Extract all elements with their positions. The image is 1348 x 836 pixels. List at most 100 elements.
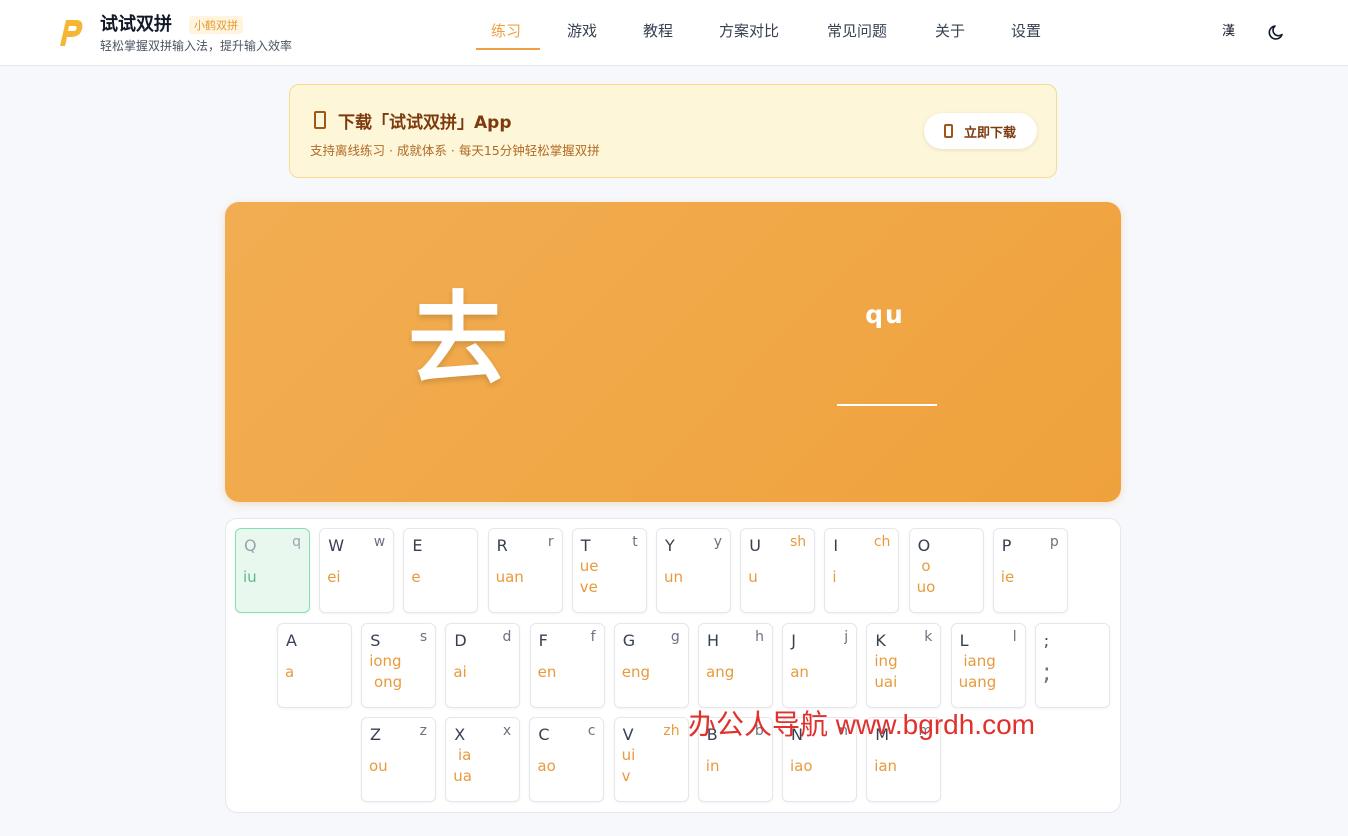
key-finals: ei [327, 567, 340, 588]
key-initial: w [373, 534, 386, 550]
key-final: ei [327, 568, 341, 586]
key-letter: E [412, 536, 423, 555]
nav-games[interactable]: 游戏 [567, 20, 597, 41]
key-initial: f [590, 629, 596, 645]
key-semicolon[interactable]: ;; [1034, 623, 1110, 708]
key-finals: ; [1043, 660, 1051, 684]
key-finals: uan [496, 567, 524, 588]
key-u[interactable]: Ush u [740, 528, 816, 613]
key-final: ve [579, 578, 598, 596]
key-finals: ui v [622, 745, 636, 787]
key-letter: Q [244, 536, 257, 555]
answer-input-line[interactable] [837, 404, 937, 406]
key-r[interactable]: Rr uan [487, 528, 563, 613]
pinyin-hint: qu [865, 300, 905, 329]
nav-tutorial[interactable]: 教程 [643, 20, 673, 41]
key-initial: ch [873, 534, 891, 550]
key-initial: g [670, 629, 680, 645]
key-i[interactable]: Ich i [824, 528, 900, 613]
shuangpin-keyboard: Qq iu Ww ei Ee Rr uan Tt ue ve Yy un Ush u Ich i O o uo Pp… [225, 518, 1121, 813]
key-p[interactable]: Pp ie [992, 528, 1068, 613]
language-toggle[interactable]: 漢 [1222, 20, 1235, 39]
key-e[interactable]: Ee [403, 528, 479, 613]
key-initial: t [632, 534, 638, 550]
key-finals: ou [369, 756, 388, 777]
nav-practice[interactable]: 练习 [491, 20, 521, 41]
key-letter: W [328, 536, 345, 555]
key-initial: j [844, 629, 849, 645]
key-v[interactable]: Vzh ui v [613, 717, 689, 802]
key-s[interactable]: Ss iong ong [361, 623, 437, 708]
key-h[interactable]: Hh ang [698, 623, 773, 708]
watermark: 办公人导航 www.bgrdh.com [688, 709, 1035, 740]
key-final: ing [874, 652, 898, 670]
key-final: iang [958, 652, 996, 670]
key-final: ao [537, 757, 556, 775]
key-letter: D [454, 631, 467, 650]
key-c[interactable]: Cc ao [529, 717, 605, 802]
key-initial: l [1012, 629, 1017, 645]
key-finals: o uo [917, 556, 936, 598]
key-w[interactable]: Ww ei [319, 528, 395, 613]
key-z[interactable]: Zz ou [361, 717, 436, 802]
practice-card: 去 qu [225, 202, 1121, 502]
key-final: uang [958, 673, 997, 691]
key-final: ou [369, 757, 388, 775]
key-letter: T [580, 536, 591, 555]
key-final: e [411, 568, 421, 586]
moon-icon[interactable] [1268, 23, 1286, 41]
key-g[interactable]: Gg eng [613, 623, 689, 708]
key-final: ui [621, 746, 636, 764]
key-initial: p [1049, 534, 1059, 550]
key-final: iao [790, 757, 813, 775]
key-letter: K [875, 631, 886, 650]
key-letter: H [707, 631, 720, 650]
app-subtitle: 轻松掌握双拼输入法，提升输入效率 [100, 39, 293, 53]
key-o[interactable]: O o uo [908, 528, 984, 613]
key-finals: ao [537, 756, 555, 777]
nav-settings[interactable]: 设置 [1011, 20, 1041, 41]
download-button[interactable]: 立即下载 [924, 113, 1037, 149]
scheme-badge: 小鹤双拼 [189, 16, 243, 34]
key-initial: zh [663, 723, 680, 739]
key-finals: iong ong [369, 651, 402, 693]
key-finals: iao [790, 756, 813, 777]
key-finals: eng [622, 662, 650, 683]
key-final: u [748, 568, 758, 586]
logo-icon [60, 20, 83, 46]
key-final: ie [1000, 568, 1015, 586]
key-f[interactable]: Ff en [529, 623, 605, 708]
nav-about[interactable]: 关于 [935, 20, 965, 41]
key-q[interactable]: Qq iu [235, 528, 310, 613]
key-letter: ; [1043, 631, 1050, 650]
key-a[interactable]: Aa [277, 623, 352, 708]
key-j[interactable]: Jj an [782, 623, 858, 708]
key-final: an [790, 663, 809, 681]
key-letter: G [622, 631, 636, 650]
key-final: uo [916, 578, 936, 596]
key-finals: en [538, 662, 557, 683]
key-final: uai [874, 673, 898, 691]
banner-subtitle: 支持离线练习 · 成就体系 · 每天15分钟轻松掌握双拼 [310, 143, 600, 158]
key-y[interactable]: Yy un [656, 528, 731, 613]
key-finals: an [790, 662, 809, 683]
nav-faq[interactable]: 常见问题 [827, 20, 887, 41]
key-initial: c [587, 723, 596, 739]
key-x[interactable]: Xx ia ua [445, 717, 521, 802]
key-d[interactable]: Dd ai [445, 623, 521, 708]
key-final: ia [453, 746, 472, 764]
key-t[interactable]: Tt ue ve [571, 528, 647, 613]
key-letter: S [370, 631, 381, 650]
key-initial: h [755, 629, 764, 645]
key-initial: z [419, 723, 427, 739]
key-finals: ue ve [580, 556, 599, 598]
key-finals: ing uai [874, 651, 897, 693]
key-k[interactable]: Kk ing uai [866, 623, 942, 708]
nav-compare[interactable]: 方案对比 [719, 20, 779, 41]
nav-active-indicator [476, 48, 540, 50]
key-initial: d [502, 629, 512, 645]
key-l[interactable]: Ll iang uang [950, 623, 1026, 708]
key-final: a [285, 663, 295, 681]
key-final: iu [243, 568, 257, 586]
key-initial: k [924, 629, 933, 645]
